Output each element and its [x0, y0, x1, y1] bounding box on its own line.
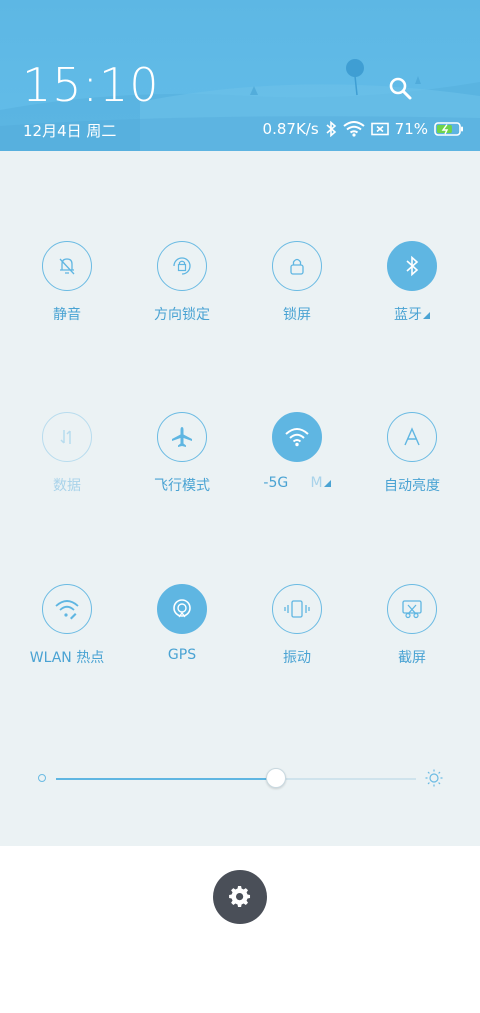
- tile-label: 静音: [53, 307, 81, 323]
- tile-label: 蓝牙: [394, 304, 430, 324]
- tile-airplane-mode[interactable]: 飞行模式: [127, 412, 237, 512]
- tile-label: 锁屏: [283, 307, 311, 323]
- vibrate-icon[interactable]: [272, 584, 322, 634]
- screenshot-icon[interactable]: [387, 584, 437, 634]
- status-bar: 0.87K/s 71%: [263, 118, 464, 140]
- clock-time: 15:10: [22, 58, 160, 112]
- tile-label: -5G M: [263, 475, 331, 491]
- settings-button[interactable]: [213, 870, 267, 924]
- quick-settings-panel: 静音 方向锁定 锁屏 蓝牙 数据 飞行模式 -5G M 自动亮度 WLAN 热点…: [0, 151, 480, 846]
- tile-bluetooth[interactable]: 蓝牙: [357, 241, 467, 341]
- tile-hotspot[interactable]: WLAN 热点: [12, 584, 122, 684]
- bluetooth-icon[interactable]: [387, 241, 437, 291]
- battery-percent: 71%: [394, 120, 428, 138]
- tile-screenshot[interactable]: 截屏: [357, 584, 467, 684]
- status-header: 15:10 12月4日 周二 0.87K/s 71%: [0, 0, 480, 151]
- bell-off-icon[interactable]: [42, 241, 92, 291]
- date-label: 12月4日 周二: [23, 122, 117, 140]
- battery-charging-icon: [434, 122, 464, 136]
- tile-label: GPS: [167, 647, 197, 663]
- auto-brightness-icon[interactable]: [387, 412, 437, 462]
- more-options-icon: [423, 312, 430, 319]
- tile-vibrate[interactable]: 振动: [242, 584, 352, 684]
- wifi-ssid-start: -5G: [263, 475, 289, 491]
- wifi-icon[interactable]: [272, 412, 322, 462]
- tile-label-text: 蓝牙: [394, 307, 422, 323]
- mobile-data-icon[interactable]: [42, 412, 92, 462]
- more-options-icon: [323, 480, 331, 487]
- network-speed: 0.87K/s: [262, 120, 319, 138]
- gps-icon[interactable]: [157, 584, 207, 634]
- rotation-lock-icon[interactable]: [157, 241, 207, 291]
- search-icon[interactable]: [388, 76, 414, 102]
- tile-mobile-data[interactable]: 数据: [12, 412, 122, 512]
- wifi-status-icon: [343, 121, 365, 137]
- lock-icon[interactable]: [272, 241, 322, 291]
- brightness-low-icon: [38, 774, 46, 782]
- tile-label: 振动: [283, 650, 311, 666]
- tile-label: 数据: [53, 478, 81, 494]
- gear-icon: [229, 886, 251, 907]
- brightness-slider[interactable]: [34, 768, 444, 790]
- brightness-fill: [56, 778, 276, 780]
- no-sim-icon: [370, 122, 389, 136]
- tile-label: 自动亮度: [384, 478, 440, 494]
- brightness-thumb[interactable]: [265, 768, 286, 788]
- airplane-icon[interactable]: [157, 412, 207, 462]
- tile-label: 截屏: [398, 650, 426, 666]
- bluetooth-status-icon: [325, 121, 337, 137]
- brightness-high-icon: [424, 768, 444, 792]
- tile-label: WLAN 热点: [29, 650, 105, 666]
- tile-auto-brightness[interactable]: 自动亮度: [357, 412, 467, 512]
- tile-lock-screen[interactable]: 锁屏: [242, 241, 352, 341]
- hotspot-icon[interactable]: [42, 584, 92, 634]
- tile-rotation-lock[interactable]: 方向锁定: [127, 241, 237, 341]
- wifi-ssid-end: M: [310, 475, 323, 491]
- tile-label: 方向锁定: [154, 307, 210, 323]
- tile-silent[interactable]: 静音: [12, 241, 122, 341]
- tile-label: 飞行模式: [154, 478, 210, 494]
- tile-gps[interactable]: GPS: [127, 584, 237, 684]
- tile-wifi[interactable]: -5G M: [242, 412, 352, 512]
